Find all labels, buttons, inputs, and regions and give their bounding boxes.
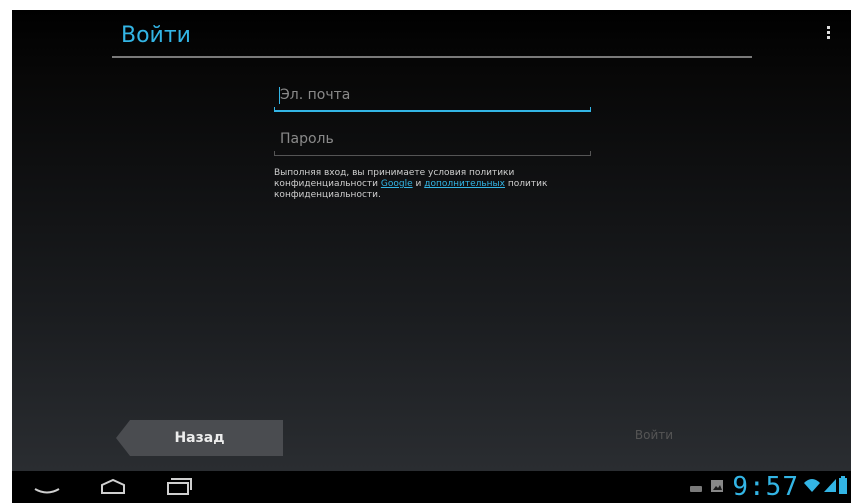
overflow-menu-icon[interactable]: [824, 24, 832, 48]
privacy-terms-text: Выполняя вход, вы принимаете условия пол…: [274, 168, 594, 201]
signal-icon: [824, 477, 836, 497]
text-cursor: [279, 87, 280, 104]
image-notification-icon[interactable]: [710, 478, 724, 497]
password-underline: [274, 151, 591, 156]
nav-home-icon[interactable]: [90, 471, 136, 503]
email-underline: [274, 107, 591, 112]
system-navigation-bar: 9:57: [12, 471, 851, 503]
google-privacy-link[interactable]: Google: [381, 179, 413, 189]
wifi-icon: [803, 477, 821, 497]
nav-back-icon[interactable]: [24, 471, 70, 503]
keyboard-icon: [690, 478, 703, 497]
password-input[interactable]: [274, 124, 591, 154]
status-area: 9:57: [690, 471, 847, 503]
email-field[interactable]: [274, 80, 591, 112]
nav-recent-apps-icon[interactable]: [155, 471, 201, 503]
page-title: Войти: [121, 23, 191, 48]
email-input[interactable]: [274, 80, 591, 110]
battery-icon: [839, 476, 847, 498]
additional-privacy-link[interactable]: дополнительных: [424, 179, 505, 189]
status-clock: 9:57: [732, 472, 799, 502]
back-button-label: Назад: [174, 430, 225, 446]
signin-button[interactable]: Войти: [624, 428, 684, 450]
title-divider: [112, 56, 752, 58]
terms-and: и: [415, 179, 422, 189]
password-field[interactable]: [274, 124, 591, 156]
back-button[interactable]: Назад: [116, 420, 283, 456]
android-screen: Войти Выполняя вход, вы принимаете услов…: [12, 10, 851, 503]
